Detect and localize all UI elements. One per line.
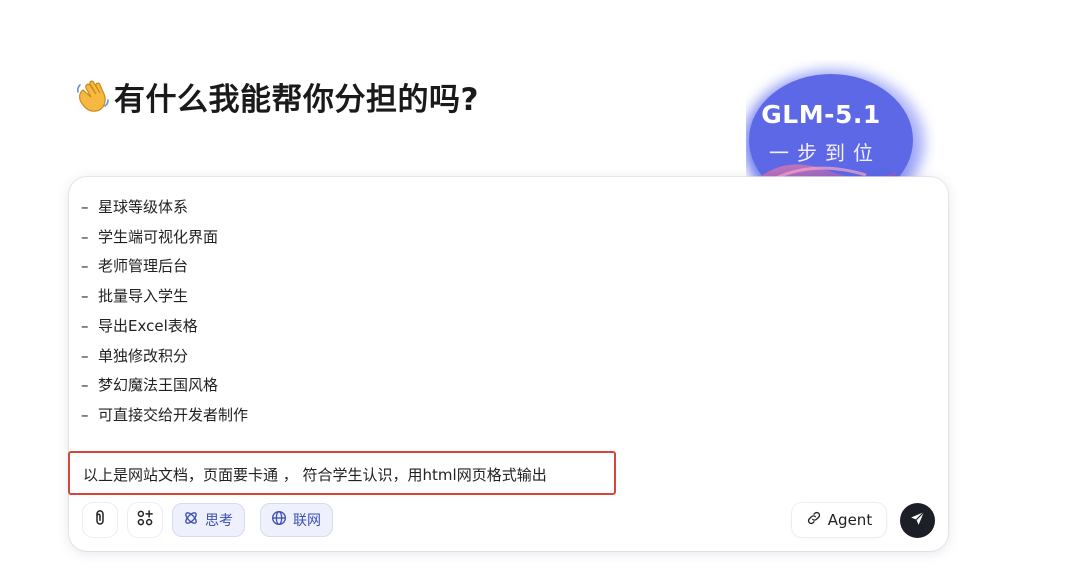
list-item: – 星球等级体系 (81, 198, 189, 216)
globe-icon (271, 510, 287, 530)
greeting-heading: 有什么我能帮你分担的吗? (74, 74, 479, 118)
web-label: 联网 (293, 513, 321, 529)
web-search-toggle[interactable]: 联网 (260, 503, 333, 537)
promo-title: GLM-5.1 (761, 100, 881, 129)
promo-subtitle: 一步到位 (769, 141, 881, 165)
reasoning-icon (183, 510, 199, 530)
agent-label: Agent (827, 511, 873, 529)
list-item: – 批量导入学生 (81, 287, 189, 306)
page-title: 有什么我能帮你分担的吗? (114, 81, 479, 118)
list-item: – 学生端可视化界面 (81, 227, 219, 246)
prompt-text[interactable]: 以上是网站文档，页面要卡通 ， 符合学生认识，用html网页格式输出 (83, 464, 547, 485)
document-list: – 星球等级体系 – 学生端可视化界面 – 老师管理后台 – 批量导入学生 – 导出Exc… (81, 193, 248, 431)
think-label: 思考 (205, 513, 233, 529)
agent-button[interactable]: Agent (792, 503, 886, 537)
list-item: – 导出Excel表格 (81, 316, 198, 335)
apps-button[interactable] (128, 503, 162, 537)
paperclip-icon (91, 509, 109, 531)
send-button[interactable] (900, 503, 935, 538)
chat-input-card[interactable]: – 星球等级体系 – 学生端可视化界面 – 老师管理后台 – 批量导入学生 – 导出Exc… (68, 177, 948, 551)
send-icon (909, 510, 926, 531)
link-icon (806, 510, 822, 530)
attach-button[interactable] (83, 503, 117, 537)
highlighted-prompt[interactable]: 以上是网站文档，页面要卡通 ， 符合学生认识，用html网页格式输出 (68, 451, 616, 495)
think-toggle[interactable]: 思考 (172, 503, 245, 537)
waving-hand-icon (74, 77, 112, 115)
list-item: – 梦幻魔法王国风格 (81, 376, 219, 395)
list-item: – 单独修改积分 (81, 346, 189, 365)
model-promo-badge[interactable]: GLM-5.1 一步到位 (746, 60, 936, 190)
list-item: – 老师管理后台 (81, 257, 189, 276)
list-item: – 可直接交给开发者制作 (81, 405, 249, 424)
apps-add-icon (136, 509, 154, 531)
